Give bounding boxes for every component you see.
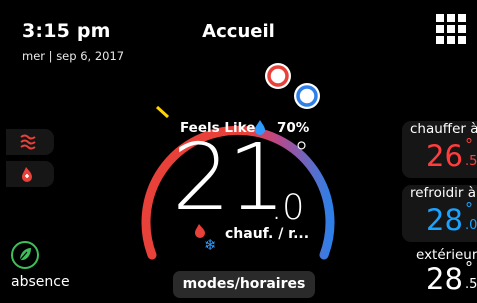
system-mode-status[interactable]: chauf. / r... [225,226,309,242]
cool-setpoint-degree: ° [465,199,473,218]
heat-setpoint-degree: ° [465,135,473,154]
degree-symbol: ° [294,136,309,171]
cool-setpoint-panel[interactable]: refroidir à 28 ° .0 [402,185,477,242]
outdoor-temperature-decimal: .5 [465,277,477,292]
cool-setpoint-value: 28 [426,203,463,237]
cool-setpoint-marker-icon[interactable] [294,83,320,109]
heat-setpoint-decimal: .5 [465,154,477,169]
indoor-temperature-decimal: .0 [271,188,305,228]
snowflake-icon: ❄ [204,236,217,254]
outdoor-temperature: 28 [426,262,463,296]
gauge-tick [155,105,170,119]
modes-schedules-button[interactable]: modes/horaires [173,271,315,298]
heat-setpoint-panel[interactable]: chauffer à 26 ° .5 [402,121,477,178]
cool-setpoint-decimal: .0 [465,218,477,233]
indoor-temperature: 21 [172,124,286,231]
thermostat-screen: { "header": { "time": "3:15 pm", "date":… [0,0,477,303]
heat-setpoint-marker-icon[interactable] [265,63,291,89]
outdoor-degree: ° [465,258,473,277]
heat-setpoint-value: 26 [426,139,463,173]
